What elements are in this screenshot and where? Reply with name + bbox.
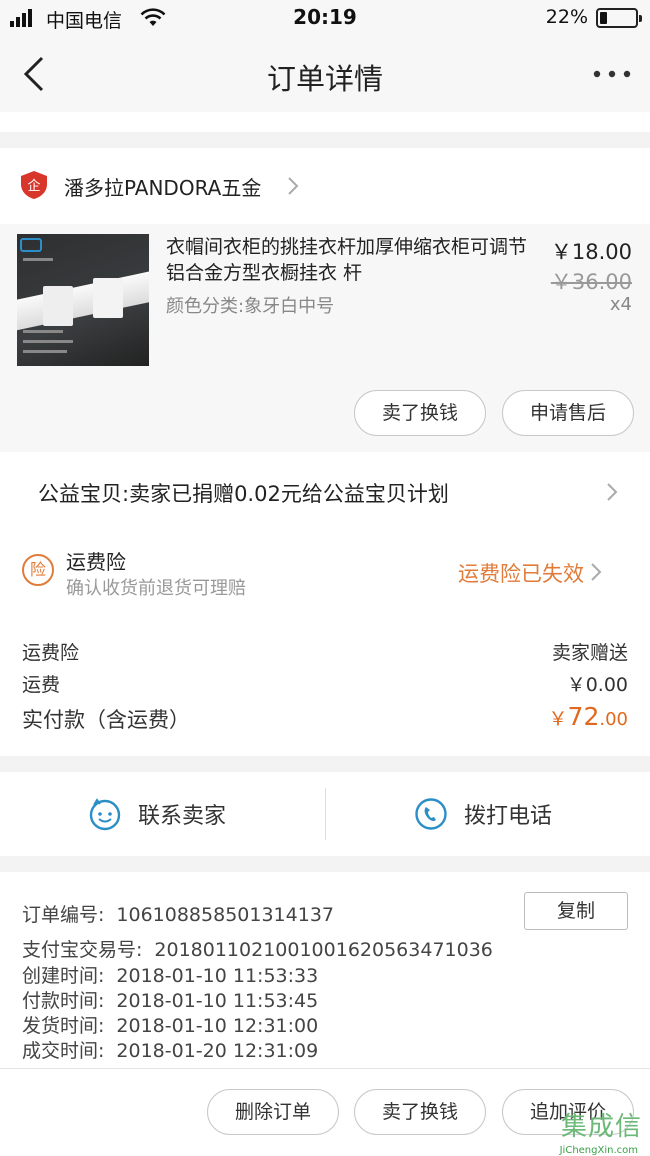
chevron-right-icon [591, 563, 602, 581]
total-integer: 72 [567, 702, 600, 731]
total-paid-label: 实付款（含运费） [22, 708, 190, 732]
insurance-title: 运费险 [66, 550, 126, 574]
shop-name: 潘多拉PANDORA五金 [64, 176, 262, 200]
product-original-price: ￥36.00 [550, 270, 632, 294]
order-number-line: 订单编号: 106108858501314137 [22, 900, 334, 927]
page-title: 订单详情 [266, 62, 383, 96]
shipping-fee-label: 运费 [22, 674, 61, 696]
copy-button[interactable]: 复制 [524, 892, 628, 930]
thumb-text [23, 350, 67, 353]
bracket-image [43, 286, 73, 326]
chevron-right-icon [288, 177, 299, 195]
contact-bar: 联系卖家 拨打电话 [0, 772, 650, 856]
charity-row[interactable]: 公益宝贝:卖家已捐赠0.02元给公益宝贝计划 [0, 452, 650, 532]
insurance-fee-label: 运费险 [22, 642, 80, 664]
total-currency: ￥ [548, 708, 568, 730]
completed-time-line: 成交时间: 2018-01-20 12:31:09 [22, 1036, 318, 1063]
shipped-time-label: 发货时间: [22, 1015, 105, 1037]
product-sku: 颜色分类:象牙白中号 [166, 296, 335, 317]
watermark-url: JiChengXin.com [559, 1145, 638, 1156]
battery-percent: 22% [545, 6, 588, 28]
total-decimal: .00 [599, 709, 628, 730]
alipay-number-value: 2018011021001001620563471036 [154, 939, 493, 961]
delete-order-button[interactable]: 删除订单 [207, 1089, 339, 1135]
product-quantity: x4 [609, 294, 632, 315]
status-bar: 中国电信 20:19 22% [0, 0, 650, 36]
enterprise-shield-icon: 企 [21, 171, 47, 199]
call-phone-button[interactable]: 拨打电话 [414, 794, 552, 834]
brand-logo-icon [20, 238, 42, 252]
shipping-insurance-row[interactable]: 险 运费险 确认收货前退货可理赔 运费险已失效 [0, 532, 650, 624]
alipay-number-label: 支付宝交易号: [22, 939, 143, 961]
total-paid-value: ￥72.00 [549, 702, 628, 731]
insurance-status: 运费险已失效 [458, 562, 584, 586]
phone-icon [415, 798, 447, 830]
created-time-label: 创建时间: [22, 965, 105, 987]
order-number-label: 订单编号: [22, 904, 105, 926]
contact-seller-button[interactable]: 联系卖家 [88, 794, 226, 834]
chat-face-icon [89, 798, 121, 831]
completed-time-label: 成交时间: [22, 1040, 105, 1062]
after-sale-button[interactable]: 申请售后 [502, 390, 634, 436]
completed-time-value: 2018-01-20 12:31:09 [116, 1040, 319, 1062]
battery-fill [600, 12, 607, 24]
spacer-band [0, 112, 650, 132]
product-price: ￥18.00 [550, 240, 632, 264]
shipped-time-value: 2018-01-10 12:31:00 [116, 1015, 319, 1037]
created-time-value: 2018-01-10 11:53:33 [116, 965, 319, 987]
product-name[interactable]: 衣帽间衣柜的挑挂衣杆加厚伸缩衣柜可调节铝合金方型衣橱挂衣 杆 [166, 234, 536, 286]
shop-row[interactable]: 企 潘多拉PANDORA五金 [0, 148, 650, 224]
call-phone-label: 拨打电话 [464, 804, 553, 829]
rail-image [17, 266, 149, 332]
insurance-subtitle: 确认收货前退货可理赔 [66, 578, 246, 599]
order-number-value: 106108858501314137 [116, 904, 334, 926]
thumb-text [23, 340, 73, 343]
alipay-number-line: 支付宝交易号: 2018011021001001620563471036 [22, 935, 493, 962]
order-info-section: 订单编号: 106108858501314137 复制 支付宝交易号: 201801… [0, 872, 650, 1068]
watermark-text: 集成信 [560, 1112, 642, 1142]
paid-time-line: 付款时间: 2018-01-10 11:53:45 [22, 986, 318, 1013]
more-dots-icon[interactable] [592, 62, 632, 86]
insurance-fee-value: 卖家赠送 [551, 642, 628, 664]
paid-time-value: 2018-01-10 11:53:45 [116, 990, 319, 1012]
chevron-right-icon [607, 483, 618, 501]
divider [325, 788, 326, 840]
resell-button[interactable]: 卖了换钱 [354, 390, 486, 436]
shipping-fee-value: ￥0.00 [566, 674, 628, 696]
battery-icon [596, 8, 642, 28]
resell-button[interactable]: 卖了换钱 [354, 1089, 486, 1135]
shipped-time-line: 发货时间: 2018-01-10 12:31:00 [22, 1011, 318, 1038]
bracket-image [93, 278, 123, 318]
thumb-text [23, 330, 63, 333]
thumb-text [23, 258, 53, 261]
charity-text: 公益宝贝:卖家已捐赠0.02元给公益宝贝计划 [38, 482, 449, 506]
svg-text:企: 企 [27, 178, 40, 194]
fees-section: 运费险 卖家赠送 运费 ￥0.00 实付款（含运费） ￥72.00 [0, 624, 650, 756]
created-time-line: 创建时间: 2018-01-10 11:53:33 [22, 961, 318, 988]
site-watermark: 集成信 JiChengXin.com [528, 1104, 646, 1156]
product-thumbnail[interactable] [17, 234, 149, 366]
nav-bar: 订单详情 [0, 36, 650, 112]
insurance-icon: 险 [22, 554, 54, 586]
product-card[interactable]: 衣帽间衣柜的挑挂衣杆加厚伸缩衣柜可调节铝合金方型衣橱挂衣 杆 颜色分类:象牙白中… [0, 224, 650, 452]
contact-seller-label: 联系卖家 [138, 804, 227, 829]
paid-time-label: 付款时间: [22, 990, 105, 1012]
